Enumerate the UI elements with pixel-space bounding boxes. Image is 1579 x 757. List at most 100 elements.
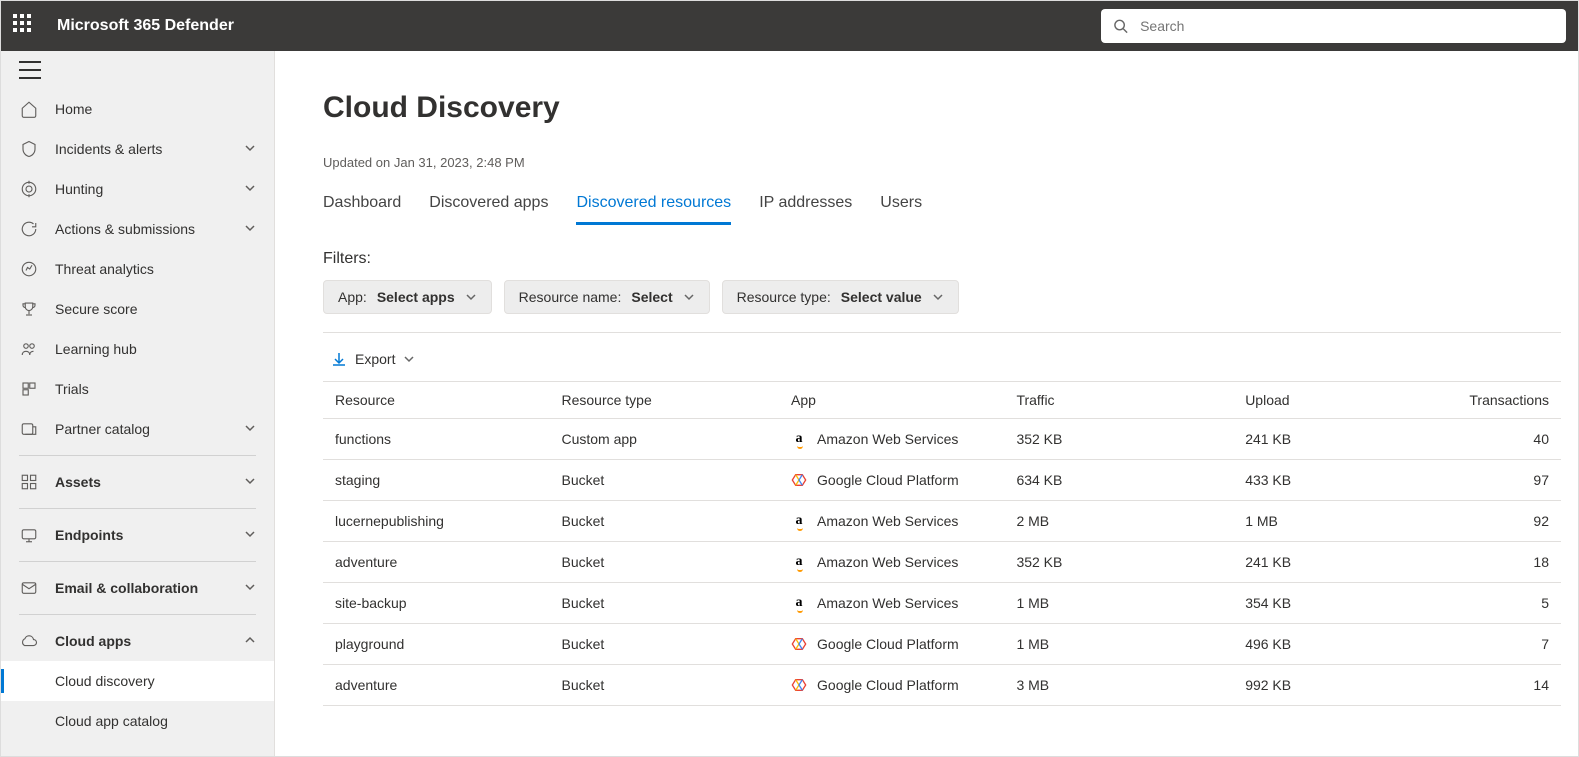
shield-icon — [19, 139, 39, 159]
chevron-down-icon — [244, 474, 256, 490]
sidebar-item-trials[interactable]: Trials — [1, 369, 274, 409]
hamburger-icon[interactable] — [19, 61, 41, 79]
sidebar: Home Incidents & alerts Hunting Actions … — [1, 51, 275, 756]
chevron-down-icon — [244, 421, 256, 437]
analytics-icon — [19, 259, 39, 279]
cell-upload: 992 KB — [1233, 665, 1457, 706]
cell-app: aAmazon Web Services — [779, 542, 1004, 583]
filter-app[interactable]: App: Select apps — [323, 280, 492, 314]
cell-transactions: 97 — [1457, 460, 1561, 501]
sidebar-item-threat-analytics[interactable]: Threat analytics — [1, 249, 274, 289]
sidebar-item-partner-catalog[interactable]: Partner catalog — [1, 409, 274, 449]
cell-resource-type: Bucket — [549, 542, 779, 583]
updated-timestamp: Updated on Jan 31, 2023, 2:48 PM — [323, 155, 1578, 170]
cell-upload: 496 KB — [1233, 624, 1457, 665]
cell-resource-type: Bucket — [549, 460, 779, 501]
sidebar-item-actions[interactable]: Actions & submissions — [1, 209, 274, 249]
aws-icon: a — [791, 554, 807, 570]
sidebar-group-assets[interactable]: Assets — [1, 462, 274, 502]
nav-separator — [19, 614, 256, 615]
cloud-icon — [19, 631, 39, 651]
sidebar-item-secure-score[interactable]: Secure score — [1, 289, 274, 329]
hunting-icon — [19, 179, 39, 199]
col-transactions[interactable]: Transactions — [1457, 382, 1561, 419]
cell-transactions: 5 — [1457, 583, 1561, 624]
tab-dashboard[interactable]: Dashboard — [323, 194, 401, 225]
search-box[interactable] — [1101, 9, 1566, 43]
filter-row: App: Select apps Resource name: Select R… — [323, 280, 1578, 314]
chevron-down-icon — [683, 291, 695, 303]
col-resource-type[interactable]: Resource type — [549, 382, 779, 419]
sidebar-item-label: Incidents & alerts — [55, 141, 162, 157]
sidebar-item-label: Hunting — [55, 181, 103, 197]
chevron-down-icon — [932, 291, 944, 303]
sidebar-item-cloud-discovery[interactable]: Cloud discovery — [1, 661, 274, 701]
export-button[interactable]: Export — [323, 345, 1578, 381]
sidebar-item-label: Endpoints — [55, 527, 123, 543]
filter-resource-type[interactable]: Resource type: Select value — [722, 280, 959, 314]
sidebar-item-learning-hub[interactable]: Learning hub — [1, 329, 274, 369]
sidebar-item-cloud-app-catalog[interactable]: Cloud app catalog — [1, 701, 274, 741]
table-row[interactable]: lucernepublishingBucketaAmazon Web Servi… — [323, 501, 1561, 542]
endpoints-icon — [19, 525, 39, 545]
assets-icon — [19, 472, 39, 492]
cell-traffic: 1 MB — [1004, 583, 1233, 624]
top-bar: Microsoft 365 Defender — [1, 1, 1578, 51]
sidebar-item-home[interactable]: Home — [1, 89, 274, 129]
cell-transactions: 92 — [1457, 501, 1561, 542]
col-upload[interactable]: Upload — [1233, 382, 1457, 419]
trials-icon — [19, 379, 39, 399]
col-app[interactable]: App — [779, 382, 1004, 419]
cell-app: aAmazon Web Services — [779, 583, 1004, 624]
cell-app: aAmazon Web Services — [779, 501, 1004, 542]
learning-icon — [19, 339, 39, 359]
gcp-icon — [791, 677, 807, 693]
table-row[interactable]: stagingBucketGoogle Cloud Platform634 KB… — [323, 460, 1561, 501]
tab-users[interactable]: Users — [880, 194, 922, 225]
tabs: Dashboard Discovered apps Discovered res… — [323, 194, 1578, 226]
nav-separator — [19, 561, 256, 562]
sidebar-group-email[interactable]: Email & collaboration — [1, 568, 274, 608]
table-row[interactable]: adventureBucketaAmazon Web Services352 K… — [323, 542, 1561, 583]
cell-traffic: 352 KB — [1004, 542, 1233, 583]
filters-label: Filters: — [323, 250, 1578, 268]
chevron-down-icon — [244, 181, 256, 197]
sidebar-item-label: Cloud discovery — [55, 673, 155, 689]
cell-app: Google Cloud Platform — [779, 665, 1004, 706]
table-row[interactable]: site-backupBucketaAmazon Web Services1 M… — [323, 583, 1561, 624]
table-header-row: Resource Resource type App Traffic Uploa… — [323, 382, 1561, 419]
sidebar-item-label: Home — [55, 101, 92, 117]
actions-icon — [19, 219, 39, 239]
table-row[interactable]: playgroundBucketGoogle Cloud Platform1 M… — [323, 624, 1561, 665]
chevron-down-icon — [244, 141, 256, 157]
cell-transactions: 7 — [1457, 624, 1561, 665]
home-icon — [19, 99, 39, 119]
tab-discovered-resources[interactable]: Discovered resources — [576, 194, 731, 225]
aws-icon: a — [791, 595, 807, 611]
table-row[interactable]: adventureBucketGoogle Cloud Platform3 MB… — [323, 665, 1561, 706]
col-traffic[interactable]: Traffic — [1004, 382, 1233, 419]
app-launcher-icon[interactable] — [13, 14, 37, 38]
chevron-down-icon — [465, 291, 477, 303]
search-input[interactable] — [1138, 17, 1554, 35]
tab-discovered-apps[interactable]: Discovered apps — [429, 194, 548, 225]
sidebar-group-cloud-apps[interactable]: Cloud apps — [1, 621, 274, 661]
sidebar-item-incidents[interactable]: Incidents & alerts — [1, 129, 274, 169]
page-title: Cloud Discovery — [323, 91, 1578, 125]
sidebar-group-endpoints[interactable]: Endpoints — [1, 515, 274, 555]
cell-resource: functions — [323, 419, 549, 460]
gcp-icon — [791, 472, 807, 488]
cell-app: Google Cloud Platform — [779, 460, 1004, 501]
cell-resource: site-backup — [323, 583, 549, 624]
table-row[interactable]: functionsCustom appaAmazon Web Services3… — [323, 419, 1561, 460]
sidebar-item-hunting[interactable]: Hunting — [1, 169, 274, 209]
filter-resource-name[interactable]: Resource name: Select — [504, 280, 710, 314]
sidebar-item-label: Cloud apps — [55, 633, 131, 649]
aws-icon: a — [791, 513, 807, 529]
cell-resource-type: Bucket — [549, 665, 779, 706]
col-resource[interactable]: Resource — [323, 382, 549, 419]
tab-ip-addresses[interactable]: IP addresses — [759, 194, 852, 225]
chevron-up-icon — [244, 633, 256, 649]
cell-upload: 1 MB — [1233, 501, 1457, 542]
cell-resource: playground — [323, 624, 549, 665]
